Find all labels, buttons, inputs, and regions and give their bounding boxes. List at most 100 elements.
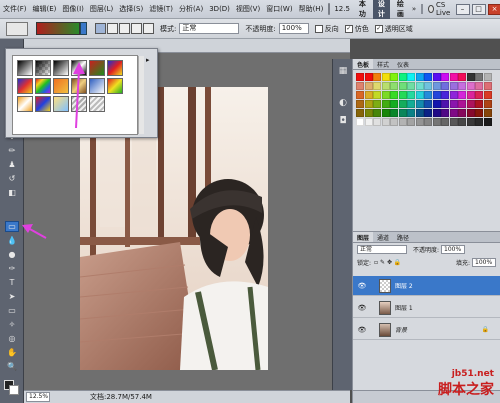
color-swatch[interactable] — [424, 118, 432, 126]
color-swatch[interactable] — [432, 109, 441, 117]
color-swatch[interactable] — [432, 118, 441, 126]
color-swatch[interactable] — [458, 100, 466, 108]
color-swatch[interactable] — [432, 100, 441, 108]
eye-icon[interactable]: 👁 — [357, 281, 367, 291]
launch-bridge-icon[interactable] — [328, 3, 331, 15]
tab-paths[interactable]: 路径 — [393, 232, 413, 242]
gradient-swatch[interactable] — [53, 96, 69, 112]
gradient-dropdown-toggle[interactable] — [80, 22, 87, 35]
color-swatch[interactable] — [475, 109, 483, 117]
color-swatch[interactable] — [373, 73, 381, 81]
gradient-swatch[interactable] — [89, 78, 105, 94]
color-swatch[interactable] — [424, 100, 432, 108]
gradient-swatch[interactable] — [17, 60, 33, 76]
pen-tool-icon[interactable]: ✑ — [5, 263, 19, 274]
eraser-tool-icon[interactable]: ◧ — [5, 187, 19, 198]
gradient-swatch[interactable] — [89, 60, 105, 76]
tool-preset-picker[interactable] — [6, 21, 28, 36]
gradient-swatch[interactable] — [53, 78, 69, 94]
reverse-checkbox[interactable] — [314, 24, 323, 33]
color-swatch[interactable] — [449, 100, 458, 108]
menu-select[interactable]: 选择(S) — [116, 4, 146, 14]
more-workspaces-button[interactable]: » — [412, 5, 416, 13]
color-swatch[interactable] — [407, 82, 415, 90]
layer-name[interactable]: 背景 — [395, 325, 407, 334]
color-swatch[interactable] — [381, 109, 390, 117]
color-swatch[interactable] — [381, 118, 390, 126]
gradient-swatch[interactable] — [71, 78, 87, 94]
eye-icon[interactable]: 👁 — [357, 303, 367, 313]
diamond-gradient-button[interactable] — [143, 23, 154, 34]
zoom-tool-icon[interactable]: 🔍 — [5, 361, 19, 372]
color-swatch[interactable] — [432, 82, 441, 90]
color-swatch[interactable] — [356, 91, 364, 99]
picker-menu-icon[interactable]: ▸ — [146, 56, 150, 64]
gradient-swatch[interactable] — [35, 60, 51, 76]
tab-layers[interactable]: 图层 — [353, 232, 374, 242]
color-swatch[interactable] — [390, 73, 398, 81]
color-swatch[interactable] — [373, 100, 381, 108]
shape-tool-icon[interactable]: ▭ — [5, 305, 19, 316]
radial-gradient-button[interactable] — [107, 23, 118, 34]
menu-view[interactable]: 视图(V) — [233, 4, 263, 14]
picker-scrollbar[interactable] — [138, 56, 144, 134]
color-swatch[interactable] — [381, 100, 390, 108]
menu-file[interactable]: 文件(F) — [0, 4, 30, 14]
color-swatch[interactable] — [373, 82, 381, 90]
clone-stamp-tool-icon[interactable]: ♟ — [5, 159, 19, 170]
menu-image[interactable]: 图像(I) — [59, 4, 87, 14]
brush-tool-icon[interactable]: ✏ — [5, 145, 19, 156]
color-swatch[interactable] — [373, 91, 381, 99]
workspace-painting[interactable]: 绘画 — [392, 0, 409, 21]
color-swatch[interactable] — [415, 73, 424, 81]
gradient-swatch[interactable] — [17, 96, 33, 112]
color-swatch[interactable] — [466, 100, 475, 108]
color-swatch[interactable] — [483, 91, 492, 99]
gradient-swatch[interactable] — [35, 78, 51, 94]
color-swatch[interactable] — [432, 91, 441, 99]
gradient-swatch[interactable] — [89, 96, 105, 112]
dodge-tool-icon[interactable]: ● — [5, 249, 19, 260]
minimize-button[interactable]: – — [455, 3, 470, 15]
color-swatch[interactable] — [475, 82, 483, 90]
color-swatch[interactable] — [381, 91, 390, 99]
color-swatch[interactable] — [364, 82, 373, 90]
menu-filter[interactable]: 滤镜(T) — [146, 4, 176, 14]
history-brush-tool-icon[interactable]: ↺ — [5, 173, 19, 184]
gradient-swatch[interactable] — [107, 60, 123, 76]
color-swatch[interactable] — [441, 82, 449, 90]
color-swatch[interactable] — [407, 118, 415, 126]
gradient-swatch[interactable] — [35, 96, 51, 112]
tab-channels[interactable]: 通道 — [373, 232, 393, 242]
search-field[interactable] — [421, 4, 424, 14]
color-swatch[interactable] — [466, 82, 475, 90]
color-swatch[interactable] — [458, 109, 466, 117]
gradient-swatch[interactable] — [17, 78, 33, 94]
color-swatch[interactable] — [424, 91, 432, 99]
color-swatch[interactable] — [390, 118, 398, 126]
color-swatch[interactable] — [424, 109, 432, 117]
menu-analysis[interactable]: 分析(A) — [176, 4, 206, 14]
color-swatch[interactable] — [458, 91, 466, 99]
color-swatch[interactable] — [356, 100, 364, 108]
color-swatch[interactable] — [415, 91, 424, 99]
color-swatch[interactable] — [483, 109, 492, 117]
color-swatch[interactable] — [398, 82, 407, 90]
menu-help[interactable]: 帮助(H) — [296, 4, 327, 14]
color-swatch[interactable] — [483, 100, 492, 108]
layer-row[interactable]: 👁 图层 1 — [353, 298, 500, 318]
color-swatch[interactable] — [441, 109, 449, 117]
color-swatch[interactable] — [390, 91, 398, 99]
color-swatch[interactable] — [364, 100, 373, 108]
gradient-tool-icon[interactable]: ▭ — [5, 221, 19, 232]
hand-tool-icon[interactable]: ✋ — [5, 347, 19, 358]
color-swatch[interactable] — [407, 109, 415, 117]
linear-gradient-button[interactable] — [95, 23, 106, 34]
color-swatch[interactable] — [398, 100, 407, 108]
color-swatch[interactable] — [398, 118, 407, 126]
layer-row[interactable]: 👁 背景 🔒 — [353, 320, 500, 340]
color-swatch[interactable] — [475, 118, 483, 126]
color-swatch[interactable] — [458, 73, 466, 81]
menu-edit[interactable]: 编辑(E) — [30, 4, 60, 14]
color-swatch[interactable] — [364, 73, 373, 81]
